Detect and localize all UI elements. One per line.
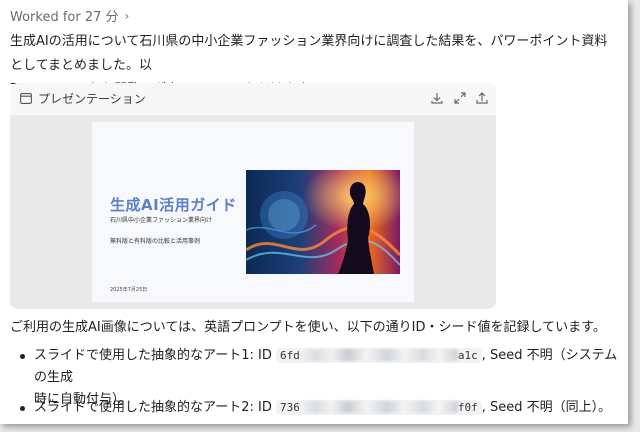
bullet-dot bbox=[20, 406, 25, 411]
art-2-prefix: スライドで使用した抽象的なアート2: ID bbox=[34, 400, 272, 415]
share-icon[interactable] bbox=[475, 91, 489, 105]
chevron-right-icon: › bbox=[124, 8, 130, 23]
presentation-attachment-card[interactable]: プレゼンテーション 生成AI活用ガイド 石川県中小企業ファッション業界向け 無料… bbox=[10, 83, 496, 309]
art-1-id: 6fd a1c bbox=[276, 348, 482, 363]
slide-title: 生成AI活用ガイド bbox=[110, 196, 237, 214]
art-1-id-end: a1c bbox=[457, 349, 478, 362]
slide-thumbnail[interactable]: 生成AI活用ガイド 石川県中小企業ファッション業界向け 無料版と有料版の比較と活… bbox=[92, 122, 414, 302]
art-2-id-start: 736 bbox=[280, 401, 300, 414]
download-icon[interactable] bbox=[430, 91, 444, 105]
worked-duration-label: Worked for 27 分 bbox=[10, 10, 119, 25]
chat-window: Worked for 27 分 › 生成AIの活用について石川県の中小企業ファッ… bbox=[0, 0, 628, 424]
art-1-id-start: 6fd bbox=[280, 349, 300, 362]
art-2-suffix: , Seed 不明（同上）。 bbox=[481, 400, 612, 415]
bullet-dot bbox=[20, 354, 25, 359]
slide-date: 2025年7月25日 bbox=[110, 287, 148, 293]
redacted-blur bbox=[299, 349, 458, 361]
art-2-id: 736 f0f bbox=[276, 400, 482, 415]
art-1-prefix: スライドで使用した抽象的なアート1: ID bbox=[34, 348, 272, 363]
presentation-icon bbox=[20, 93, 32, 104]
expand-icon[interactable] bbox=[453, 91, 467, 105]
notes-intro: ご利用の生成AI画像については、英語プロンプトを使い、以下の通りID・シード値を… bbox=[10, 320, 606, 335]
slide-subtitle-2: 無料版と有料版の比較と活用事例 bbox=[110, 238, 201, 245]
art-2-id-end: f0f bbox=[457, 401, 478, 414]
slide-preview-area[interactable]: 生成AI活用ガイド 石川県中小企業ファッション業界向け 無料版と有料版の比較と活… bbox=[10, 115, 496, 309]
worked-duration-toggle[interactable]: Worked for 27 分 › bbox=[10, 6, 130, 26]
attachment-header: プレゼンテーション bbox=[10, 83, 496, 115]
redacted-blur bbox=[299, 401, 458, 413]
attachment-title: プレゼンテーション bbox=[38, 92, 146, 106]
slide-ai-art-image bbox=[246, 170, 400, 274]
slide-subtitle: 石川県中小企業ファッション業界向け bbox=[110, 217, 213, 224]
message-line-1: 生成AIの活用について石川県の中小企業ファッション業界向けに調査した結果を、パワ… bbox=[10, 34, 608, 73]
